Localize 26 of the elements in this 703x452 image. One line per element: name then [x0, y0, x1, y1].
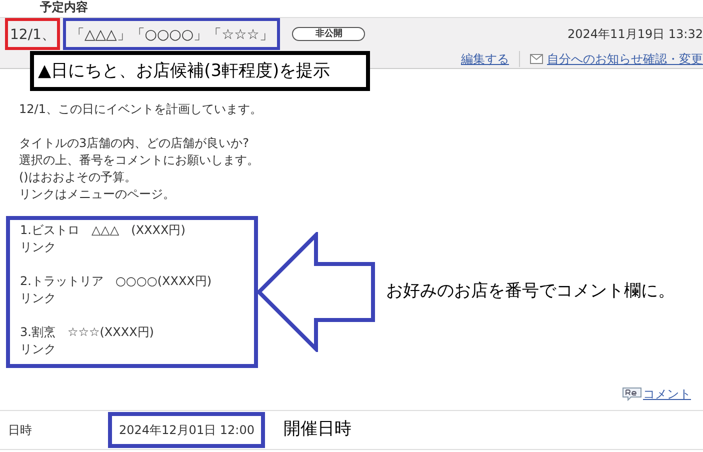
- detail-value: 2024年12月01日 12:00: [108, 412, 266, 448]
- annotation-callout: ▲日にちと、お店候補(3軒程度)を提示: [30, 51, 370, 91]
- body-text-line: 選択の上、番号をコメントにお願いします。: [19, 152, 260, 169]
- posted-date: 2024年11月19日 13:32: [568, 26, 703, 43]
- body-text-line: タイトルの3店舗の内、どの店舗が良いか?: [19, 135, 250, 152]
- annotation-text: 開催日時: [283, 418, 352, 442]
- shop-option: 1.ビストロ △△△ (XXXX円): [20, 222, 244, 239]
- shop-link-text: リンク: [20, 290, 57, 307]
- event-title-date: 12/1、: [5, 18, 60, 50]
- visibility-badge: 非公開: [292, 27, 366, 41]
- body-text-line: 12/1、この日にイベントを計画しています。: [19, 101, 263, 118]
- annotation-text: お好みのお店を番号でコメント欄に。: [386, 280, 675, 304]
- event-title-shops: 「△△△」「○○○○」「☆☆☆」: [63, 18, 280, 50]
- reply-bubble-icon: [622, 387, 642, 401]
- shop-option: 3.割烹 ☆☆☆(XXXX円): [20, 324, 244, 341]
- detail-label: 日時: [7, 422, 33, 439]
- edit-link[interactable]: 編集する: [461, 50, 509, 68]
- comment-link[interactable]: コメント: [622, 385, 691, 403]
- body-text-line: リンクはメニューのページ。: [19, 186, 176, 203]
- section-heading: 予定内容: [39, 0, 89, 16]
- shop-link-text: リンク: [20, 341, 57, 358]
- notification-settings-link[interactable]: 自分へのお知らせ確認・変更: [530, 50, 703, 68]
- mail-icon: [530, 54, 543, 64]
- shop-link-text: リンク: [20, 239, 57, 256]
- shop-option: 2.トラットリア ○○○○(XXXX円): [20, 273, 244, 290]
- body-text-line: ()はおおよその予算。: [19, 169, 138, 186]
